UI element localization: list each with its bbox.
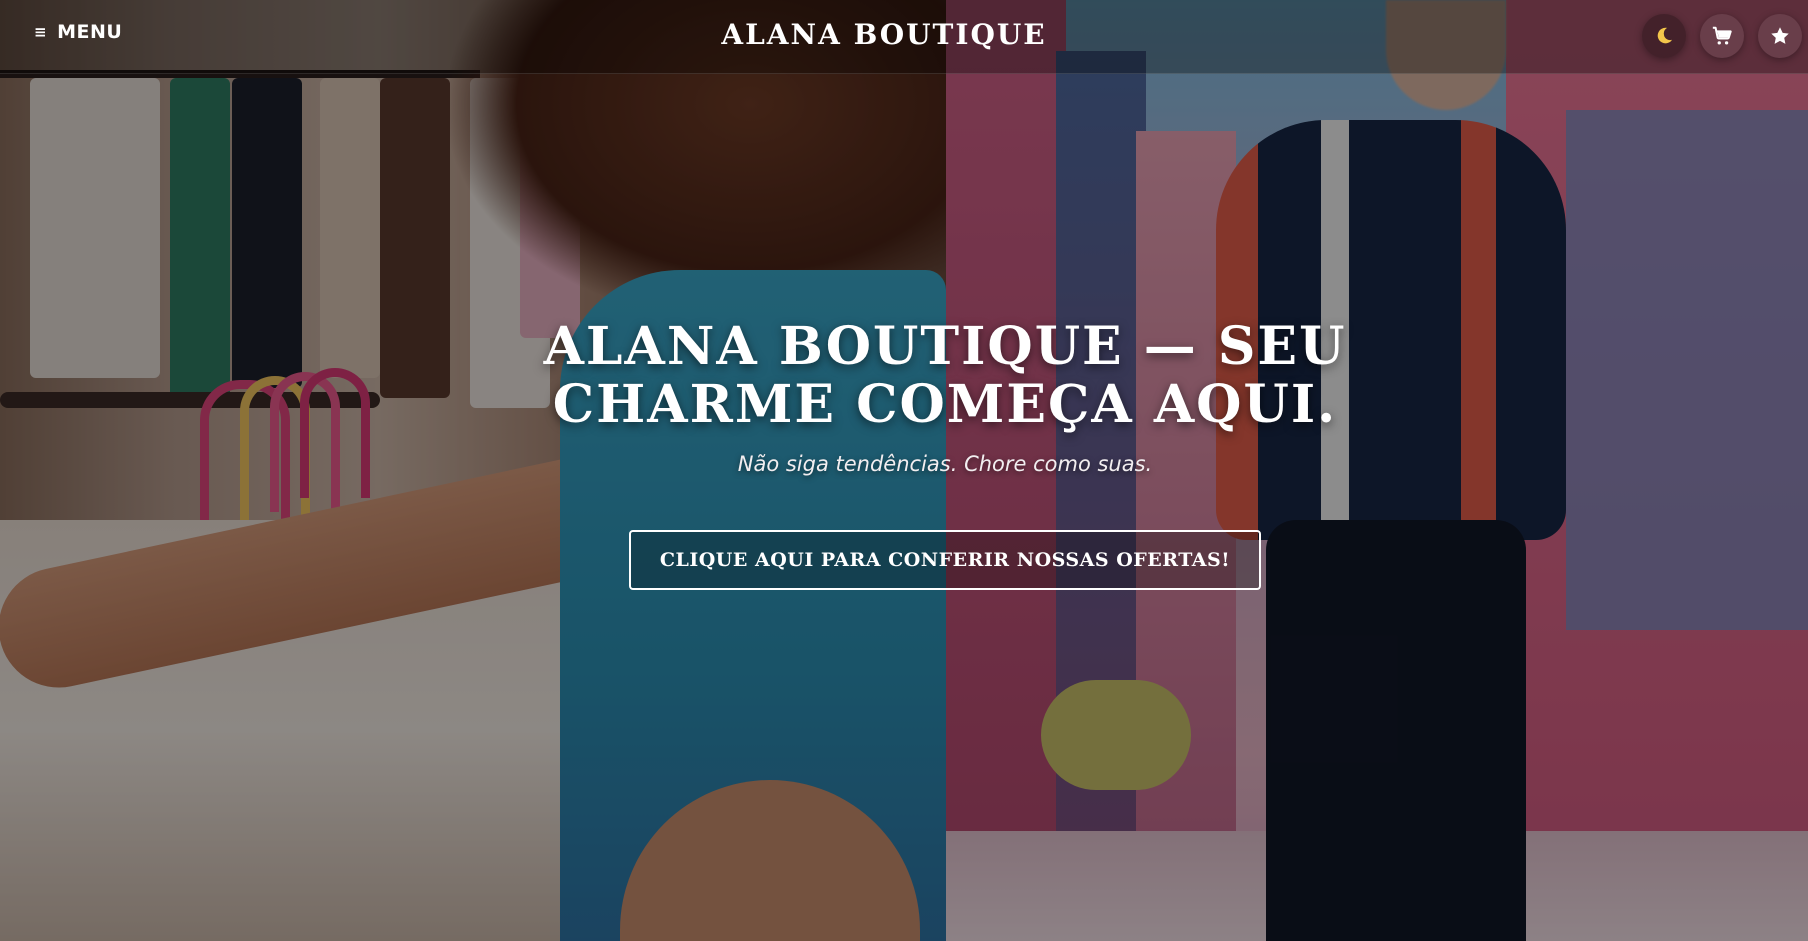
offers-cta-button[interactable]: CLIQUE AQUI PARA CONFERIR NOSSAS OFERTAS… [628,530,1262,590]
hero-title-line-2: CHARME COMEÇA AQUI. [552,374,1338,435]
favorites-button[interactable] [1758,14,1802,58]
hero-content: ALANA BOUTIQUE — SEU CHARME COMEÇA AQUI.… [0,318,1808,590]
site-header: ≡ MENU ALANA BOUTIQUE [0,0,1808,74]
moon-icon [1657,27,1673,44]
star-icon [1771,27,1789,44]
site-logo-title[interactable]: ALANA BOUTIQUE [0,18,1768,51]
cart-button[interactable] [1700,14,1744,58]
hero-subtitle: Não siga tendências. Chore como suas. [737,452,1153,476]
hero-title-line-1: ALANA BOUTIQUE — SEU [543,316,1347,377]
cart-icon [1712,26,1732,45]
header-actions [1642,14,1808,58]
dark-mode-toggle[interactable] [1642,14,1686,58]
hero-title: ALANA BOUTIQUE — SEU CHARME COMEÇA AQUI. [0,318,1808,434]
